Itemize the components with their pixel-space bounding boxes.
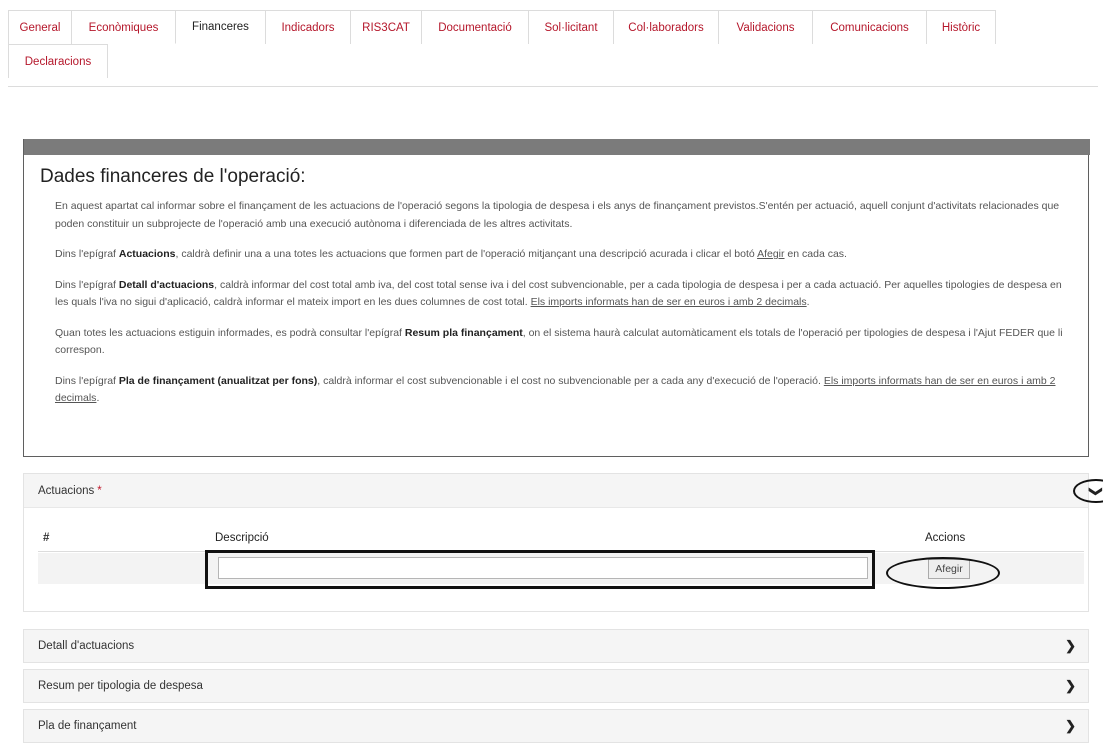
pla-financament-title: Pla de finançament bbox=[38, 720, 137, 732]
info-p3-text-a: Dins l'epígraf bbox=[55, 278, 119, 291]
tab-row-2: Declaracions bbox=[8, 44, 1098, 78]
info-p2-text-e: en cada cas. bbox=[784, 248, 847, 260]
info-p4-resum: Resum pla finançament bbox=[404, 326, 523, 339]
resum-tipologia-title: Resum per tipologia de despesa bbox=[38, 680, 203, 692]
actuacions-header[interactable]: Actuacions * ❯ bbox=[24, 474, 1103, 508]
info-paragraph-4: Quan totes les actuacions estiguin infor… bbox=[55, 325, 1070, 360]
info-panel: Dades financeres de l'operació: En aques… bbox=[23, 139, 1090, 457]
tab-sollicitant[interactable]: Sol·licitant bbox=[528, 10, 614, 44]
info-p3-detall: Detall d'actuacions bbox=[118, 278, 215, 291]
table-header: # Descripció Accions bbox=[38, 524, 1084, 552]
info-p2-text-a: Dins l'epígraf bbox=[55, 248, 119, 260]
resum-tipologia-section[interactable]: Resum per tipologia de despesa ❯ bbox=[23, 669, 1089, 703]
column-header-accions: Accions bbox=[925, 531, 966, 544]
info-p5-text-e: . bbox=[96, 392, 100, 404]
info-title: Dades financeres de l'operació: bbox=[40, 166, 306, 187]
table-row: Afegir bbox=[38, 553, 1084, 584]
info-p4-text-a: Quan totes les actuacions estiguin infor… bbox=[55, 326, 405, 339]
column-header-descripcio: Descripció bbox=[215, 531, 269, 544]
column-header-number: # bbox=[43, 531, 50, 544]
info-p5-text-c: , caldrà informar el cost subvencionable… bbox=[317, 374, 824, 387]
tab-ris3cat[interactable]: RIS3CAT bbox=[350, 10, 422, 44]
info-paragraph-3: Dins l'epígraf Detall d'actuacions, cald… bbox=[55, 277, 1070, 312]
afegir-button[interactable]: Afegir bbox=[928, 559, 970, 579]
tab-general[interactable]: General bbox=[8, 10, 72, 44]
info-panel-header-bar bbox=[24, 139, 1090, 155]
tab-documentacio[interactable]: Documentació bbox=[421, 10, 529, 44]
tabs-divider bbox=[8, 86, 1098, 87]
chevron-right-icon: ❯ bbox=[1065, 718, 1076, 733]
tab-collaboradors[interactable]: Col·laboradors bbox=[613, 10, 719, 44]
chevron-down-icon: ❯ bbox=[1088, 485, 1103, 497]
detall-actuacions-title: Detall d'actuacions bbox=[38, 640, 135, 652]
tab-bar: General Econòmiques Financeres Indicador… bbox=[8, 10, 1098, 78]
pla-financament-section[interactable]: Pla de finançament ❯ bbox=[23, 709, 1089, 743]
info-paragraph-1: En aquest apartat cal informar sobre el … bbox=[55, 200, 1060, 230]
tab-declaracions[interactable]: Declaracions bbox=[8, 44, 108, 78]
info-paragraph-2: Dins l'epígraf Actuacions, caldrà defini… bbox=[55, 246, 1070, 264]
tab-economiques[interactable]: Econòmiques bbox=[71, 10, 176, 44]
info-p3-imports-note: Els imports informats han de ser en euro… bbox=[530, 296, 807, 308]
info-p2-actuacions: Actuacions bbox=[118, 248, 176, 260]
tab-financeres[interactable]: Financeres bbox=[175, 10, 266, 44]
tab-row-1: General Econòmiques Financeres Indicador… bbox=[8, 10, 1098, 44]
tab-validacions[interactable]: Validacions bbox=[718, 10, 813, 44]
info-p2-afegir-link: Afegir bbox=[757, 248, 785, 260]
actuacions-section: Actuacions * ❯ # Descripció Accions Afeg… bbox=[23, 473, 1103, 612]
info-p2-text-c: , caldrà definir una a una totes les act… bbox=[175, 248, 758, 260]
collapse-toggle[interactable]: ❯ bbox=[1073, 479, 1103, 503]
chevron-right-icon: ❯ bbox=[1065, 638, 1076, 653]
info-p5-pla: Pla de finançament (anualitzat per fons) bbox=[118, 374, 318, 387]
required-marker: * bbox=[97, 484, 102, 497]
tab-historic[interactable]: Històric bbox=[926, 10, 996, 44]
info-body: En aquest apartat cal informar sobre el … bbox=[55, 198, 1070, 421]
actuacions-title: Actuacions bbox=[38, 484, 95, 497]
actuacions-table: # Descripció Accions Afegir bbox=[38, 524, 1084, 584]
tab-indicadors[interactable]: Indicadors bbox=[265, 10, 351, 44]
info-p5-text-a: Dins l'epígraf bbox=[55, 374, 119, 387]
info-p3-text-e: . bbox=[806, 296, 810, 308]
chevron-right-icon: ❯ bbox=[1065, 678, 1076, 693]
descripcio-input[interactable] bbox=[218, 557, 868, 579]
info-paragraph-5: Dins l'epígraf Pla de finançament (anual… bbox=[55, 373, 1070, 408]
detall-actuacions-section[interactable]: Detall d'actuacions ❯ bbox=[23, 629, 1089, 663]
tab-comunicacions[interactable]: Comunicacions bbox=[812, 10, 927, 44]
